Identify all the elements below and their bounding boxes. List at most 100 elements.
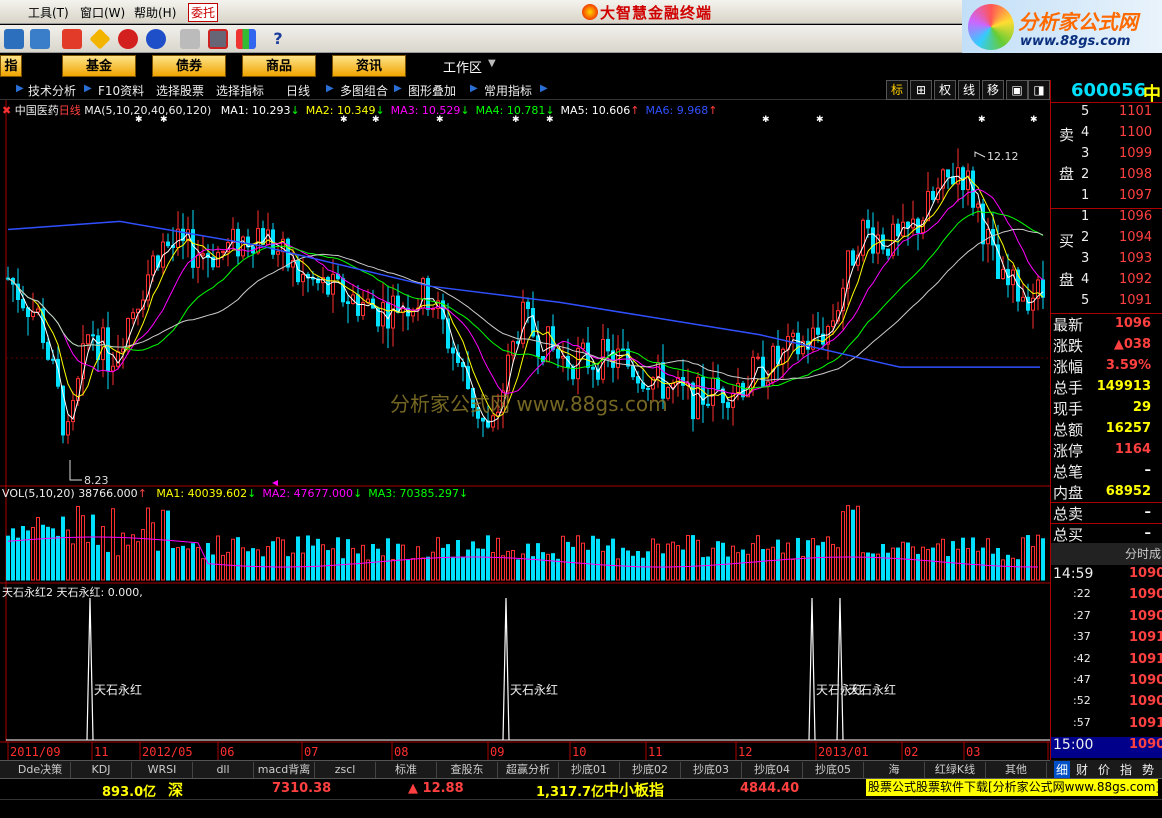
indicator-tab[interactable]: 抄底05: [803, 762, 864, 778]
right-tab[interactable]: 财: [1076, 761, 1088, 778]
close-icon[interactable]: ✖: [2, 104, 11, 117]
move-button[interactable]: 移: [982, 80, 1004, 100]
workspace-label[interactable]: 工作区: [443, 57, 482, 76]
indicator-tab[interactable]: dll: [193, 762, 254, 778]
rights-button[interactable]: 权: [934, 80, 956, 100]
indicator-tab[interactable]: Dde决策: [10, 762, 71, 778]
right-tab[interactable]: 指: [1120, 761, 1132, 778]
volume-bar: [1021, 537, 1025, 581]
binoculars-icon[interactable]: [4, 29, 24, 49]
buy-level-row[interactable]: 3 1093: [1051, 251, 1162, 272]
func-select-stock[interactable]: 选择股票: [156, 82, 204, 99]
volume-bar: [856, 505, 860, 581]
volume-bar: [836, 547, 840, 581]
volume-bar: [881, 544, 885, 581]
func-tech-analysis[interactable]: 技术分析: [28, 82, 76, 99]
candle-body: [86, 334, 90, 345]
func-f10[interactable]: F10资料: [98, 82, 144, 99]
buy-level-row[interactable]: 1 1096: [1051, 209, 1162, 230]
maximize-button[interactable]: ▣: [1006, 80, 1028, 100]
tick-row[interactable]: :47 1090: [1051, 673, 1162, 694]
nav-index[interactable]: 指数: [0, 55, 22, 96]
buy-level-row[interactable]: 2 1094: [1051, 230, 1162, 251]
func-daily[interactable]: 日线: [286, 82, 310, 99]
tick-row[interactable]: :22 1090: [1051, 587, 1162, 608]
indicator-tab[interactable]: 红绿K线: [925, 762, 986, 778]
tick-row[interactable]: :27 1090: [1051, 609, 1162, 630]
menu-window[interactable]: 窗口(W): [80, 4, 125, 21]
nav-fund[interactable]: 基金: [62, 55, 136, 77]
bars-icon[interactable]: [236, 29, 256, 49]
volume-bar: [556, 558, 560, 581]
menu-tools[interactable]: 工具(T): [28, 4, 69, 21]
indicator-tab[interactable]: 其他: [986, 762, 1047, 778]
sell-level-row[interactable]: 4 1100: [1051, 125, 1162, 146]
volume-bar: [86, 541, 90, 581]
nav-news[interactable]: 资讯: [332, 55, 406, 77]
chart-area[interactable]: ✱ ✱ ✱ ✱ ✱ ✱ ✱ ✱ ✱ ✱ ✱ 2011/09 11 2012/05 06 07 08 09 10 11 1…: [0, 100, 1050, 760]
diamond-icon[interactable]: [89, 28, 111, 50]
red-ball-icon[interactable]: [118, 29, 138, 49]
blue-ball-icon[interactable]: [146, 29, 166, 49]
stock-code: 600056: [1071, 80, 1147, 101]
sell-level-row[interactable]: 3 1099: [1051, 146, 1162, 167]
tick-row[interactable]: :42 1091: [1051, 652, 1162, 673]
main-chart-info: ✖ 中国医药日线 MA(5,10,20,40,60,120) MA1: 10.2…: [2, 102, 717, 118]
arrow-icon: ▶: [326, 83, 334, 94]
volume-bar: [636, 551, 640, 581]
right-tab[interactable]: 势: [1142, 761, 1154, 778]
indicator-tab[interactable]: zscl: [315, 762, 376, 778]
copy-icon[interactable]: [180, 29, 200, 49]
indicator-tab[interactable]: 抄底03: [681, 762, 742, 778]
entrust-button[interactable]: 委托: [188, 3, 219, 22]
func-common-indicators[interactable]: 常用指标: [484, 82, 532, 99]
window-icon[interactable]: [208, 29, 228, 49]
kline-chart-svg[interactable]: ✱ ✱ ✱ ✱ ✱ ✱ ✱ ✱ ✱ ✱ ✱2011/09 11 2012/05 06 07 08 09 10 11 1…: [0, 100, 1050, 760]
tick-row[interactable]: 15:00 1090: [1051, 737, 1162, 759]
panel-toggle-button[interactable]: ◨: [1028, 80, 1050, 100]
mark-button[interactable]: 标: [886, 80, 908, 100]
volume-bar: [426, 556, 430, 581]
tick-row[interactable]: :52 1090: [1051, 694, 1162, 715]
func-select-indicator[interactable]: 选择指标: [216, 82, 264, 99]
ma-colon: :: [414, 104, 422, 117]
menu-help[interactable]: 帮助(H): [134, 4, 176, 21]
indicator-tab[interactable]: macd背离: [254, 762, 315, 778]
indicator-tab[interactable]: 抄底01: [559, 762, 620, 778]
tick-row[interactable]: :57 1091: [1051, 716, 1162, 737]
indicator-tab[interactable]: 抄底04: [742, 762, 803, 778]
line-button[interactable]: 线: [958, 80, 980, 100]
nav-bond[interactable]: 债券: [152, 55, 226, 77]
workspace-dropdown-icon[interactable]: ▼: [488, 58, 496, 69]
indicator-tab[interactable]: 超赢分析: [498, 762, 559, 778]
sell-level-row[interactable]: 2 1098: [1051, 167, 1162, 188]
sell-level-row[interactable]: 1 1097: [1051, 188, 1162, 209]
indicator-tab[interactable]: WRSI: [132, 762, 193, 778]
buy-level-row[interactable]: 4 1092: [1051, 272, 1162, 293]
indicator-tab[interactable]: 海: [864, 762, 925, 778]
func-overlay[interactable]: 图形叠加: [408, 82, 456, 99]
tick-time: :52: [1073, 694, 1091, 708]
date-label: 10: [572, 745, 586, 759]
radar-icon[interactable]: [30, 29, 50, 49]
indicator-tab[interactable]: 标准: [376, 762, 437, 778]
right-tab[interactable]: 价: [1098, 761, 1110, 778]
nav-commodity[interactable]: 商品: [242, 55, 316, 77]
tick-row[interactable]: :37 1091: [1051, 630, 1162, 651]
indicator-tab[interactable]: 抄底02: [620, 762, 681, 778]
tick-row[interactable]: 14:59 1090: [1051, 566, 1162, 587]
alert-icon[interactable]: [62, 29, 82, 49]
indicator-tab[interactable]: 查股东: [437, 762, 498, 778]
buy-level-row[interactable]: 5 1091: [1051, 293, 1162, 314]
candle-body: [166, 241, 170, 247]
ad-banner[interactable]: 股票公式股票软件下载[分析家公式网www.88gs.com]: [866, 779, 1158, 796]
help-icon[interactable]: ?: [268, 29, 288, 49]
right-tab[interactable]: 细: [1054, 761, 1071, 778]
volume-bar: [376, 548, 380, 581]
func-multi-chart[interactable]: 多图组合: [340, 82, 388, 99]
tick-time: :42: [1073, 651, 1091, 665]
indicator-tab[interactable]: KDJ: [71, 762, 132, 778]
grid-button[interactable]: ⊞: [910, 80, 932, 100]
sell-level-row[interactable]: 5 1101: [1051, 104, 1162, 125]
date-label: 09: [490, 745, 504, 759]
